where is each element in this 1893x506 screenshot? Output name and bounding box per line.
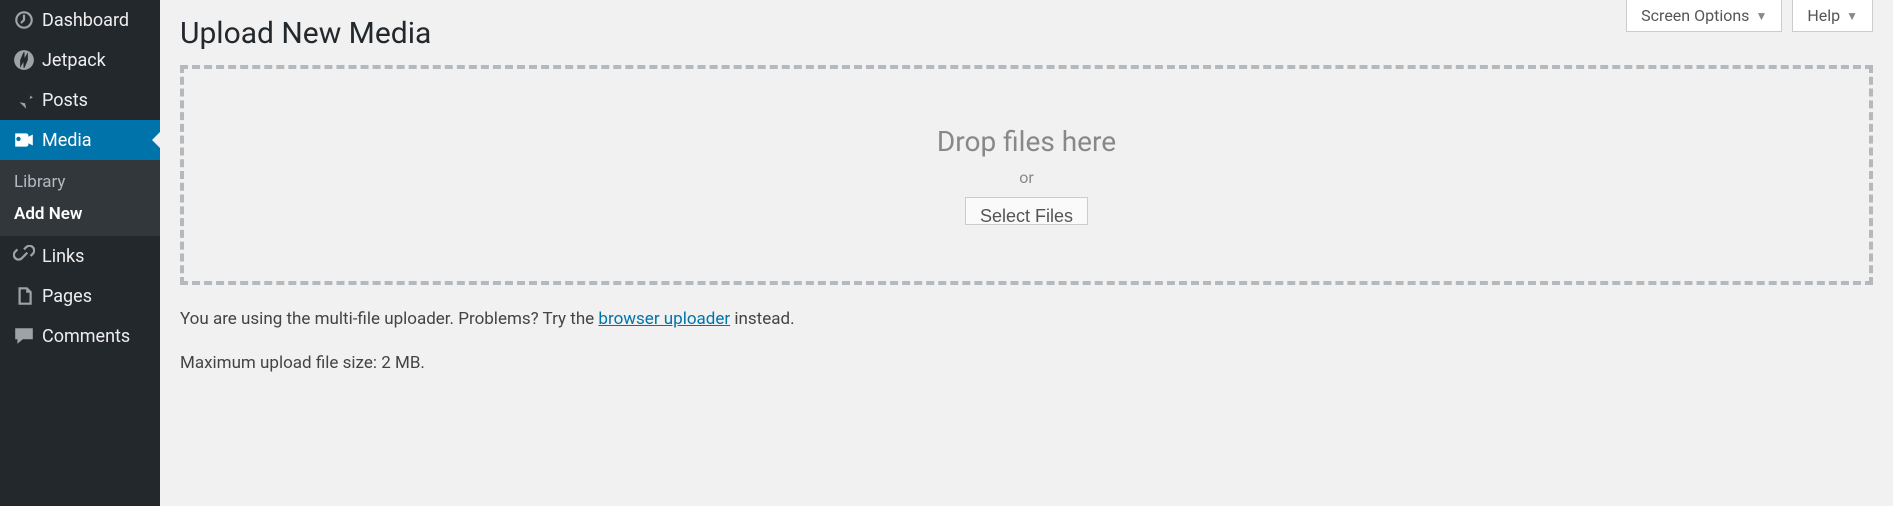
uploader-notice: You are using the multi-file uploader. P… <box>180 309 1873 329</box>
sidebar-item-label: Pages <box>42 286 92 307</box>
browser-uploader-link[interactable]: browser uploader <box>598 309 730 329</box>
top-tabs: Screen Options ▼ Help ▼ <box>1626 0 1873 32</box>
sidebar-item-posts[interactable]: Posts <box>0 80 160 120</box>
sidebar-item-jetpack[interactable]: Jetpack <box>0 40 160 80</box>
sidebar-item-links[interactable]: Links <box>0 236 160 276</box>
sidebar-item-label: Dashboard <box>42 10 129 31</box>
sidebar-item-comments[interactable]: Comments <box>0 316 160 356</box>
screen-options-tab[interactable]: Screen Options ▼ <box>1626 0 1782 32</box>
sidebar-item-dashboard[interactable]: Dashboard <box>0 0 160 40</box>
help-tab[interactable]: Help ▼ <box>1792 0 1873 32</box>
drop-files-text: Drop files here <box>937 125 1116 158</box>
chevron-down-icon: ▼ <box>1846 9 1858 23</box>
pages-icon <box>12 284 36 308</box>
upload-dropzone[interactable]: Drop files here or Select Files <box>180 65 1873 285</box>
uploader-notice-post: instead. <box>730 309 794 329</box>
sidebar-item-label: Links <box>42 246 84 267</box>
sidebar-item-label: Jetpack <box>42 50 106 71</box>
link-icon <box>12 244 36 268</box>
help-label: Help <box>1807 6 1840 25</box>
page-title: Upload New Media <box>180 0 1873 65</box>
chevron-down-icon: ▼ <box>1755 9 1767 23</box>
main-content: Screen Options ▼ Help ▼ Upload New Media… <box>160 0 1893 506</box>
uploader-notice-pre: You are using the multi-file uploader. P… <box>180 309 598 329</box>
sidebar-item-media[interactable]: Media <box>0 120 160 160</box>
pin-icon <box>12 88 36 112</box>
sidebar-item-label: Posts <box>42 90 88 111</box>
sidebar-submenu-media: Library Add New <box>0 160 160 236</box>
sidebar-item-label: Comments <box>42 326 130 347</box>
select-files-button[interactable]: Select Files <box>965 197 1088 225</box>
dashboard-icon <box>12 8 36 32</box>
or-text: or <box>1019 168 1034 187</box>
max-upload-size: Maximum upload file size: 2 MB. <box>180 353 1873 373</box>
admin-sidebar: Dashboard Jetpack Posts Media Library Ad… <box>0 0 160 506</box>
screen-options-label: Screen Options <box>1641 6 1749 25</box>
sidebar-item-pages[interactable]: Pages <box>0 276 160 316</box>
comments-icon <box>12 324 36 348</box>
sidebar-item-label: Media <box>42 130 92 151</box>
submenu-item-add-new[interactable]: Add New <box>0 198 160 230</box>
media-icon <box>12 128 36 152</box>
jetpack-icon <box>12 48 36 72</box>
submenu-item-library[interactable]: Library <box>0 166 160 198</box>
